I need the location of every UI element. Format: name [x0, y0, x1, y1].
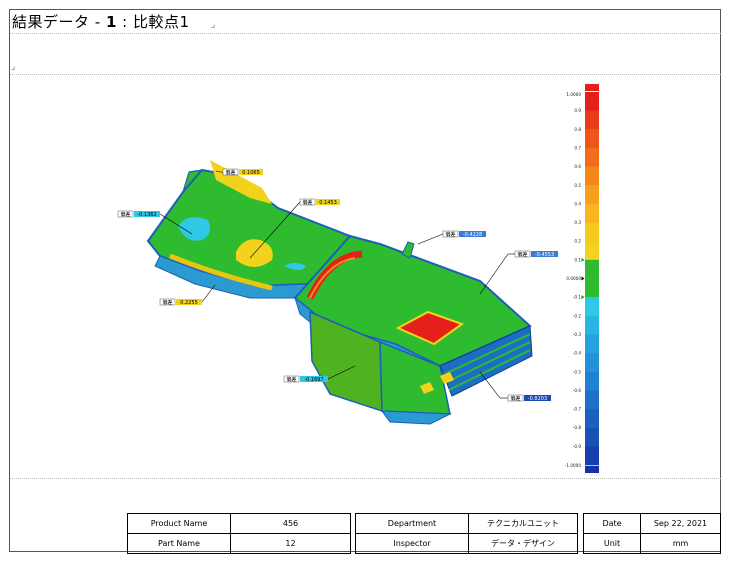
scale-segment — [585, 222, 599, 242]
scale-tick-label: 0.6 — [574, 164, 581, 169]
part-name-label: Part Name — [127, 533, 231, 554]
scale-tick-label: -0.6 — [573, 388, 582, 393]
callout-value: -0.1697 — [304, 377, 323, 383]
callout-label: 偏差 — [286, 376, 296, 383]
scale-tick-label: -0.5 — [573, 369, 582, 374]
title-name: 比較点1 — [132, 13, 190, 31]
title-number: 1 — [105, 13, 117, 31]
divider — [10, 74, 721, 75]
date-info-table: Date Sep 22, 2021 Unit mm — [583, 513, 721, 554]
product-name-label: Product Name — [127, 513, 231, 534]
callout[interactable]: 偏差 -0.4553 — [479, 250, 558, 295]
scale-tick-label: 0.7 — [574, 145, 581, 150]
scale-tick-label: 0.0000 — [566, 276, 581, 281]
department-value: テクニカルユニット — [468, 513, 578, 534]
inspector-value: データ・デザイン — [468, 533, 578, 554]
scale-max-label: 1.0000 — [566, 92, 581, 97]
scale-tick-label: -0.8 — [573, 425, 582, 430]
scale-tick-label: 0.8 — [574, 127, 581, 132]
scale-segment — [585, 203, 599, 223]
scale-segment — [585, 446, 599, 466]
callout-label: 偏差 — [510, 395, 520, 402]
callout-label: 偏差 — [162, 299, 172, 306]
scale-segment — [585, 297, 599, 317]
page-title: 結果データ - 1 : 比較点1 — [12, 11, 190, 32]
paragraph-mark: ⌟ — [211, 20, 216, 30]
scale-tick-label: -0.4 — [573, 351, 582, 356]
scale-tick-label: 0.1 — [574, 257, 581, 262]
paragraph-mark: ⌟ — [11, 62, 16, 72]
part-name-value: 12 — [230, 533, 351, 554]
scale-tick-label: -0.3 — [573, 332, 582, 337]
callout[interactable]: 偏差 0.1065 — [215, 168, 263, 176]
scale-tick-label: -0.7 — [573, 407, 582, 412]
scale-segment — [585, 427, 599, 447]
scale-segment — [585, 315, 599, 335]
callout-label: 偏差 — [120, 211, 130, 218]
scale-tick-label: -0.1 — [573, 295, 582, 300]
callout-value: -0.4228 — [463, 232, 482, 238]
scale-top-cap — [585, 84, 599, 91]
scale-segment — [585, 147, 599, 167]
unit-value: mm — [640, 533, 721, 554]
scale-segment — [585, 259, 599, 279]
scale-segment — [585, 92, 599, 111]
date-label: Date — [583, 513, 641, 534]
scale-tick-label: 0.5 — [574, 183, 581, 188]
scale-tick-label: -0.2 — [573, 313, 582, 318]
callout-value: 0.1453 — [319, 200, 337, 206]
callout-value: -0.1362 — [137, 212, 156, 218]
unit-label: Unit — [583, 533, 641, 554]
title-separator: : — [116, 13, 133, 31]
scale-segment — [585, 371, 599, 391]
scale-segment — [585, 129, 599, 149]
scale-segment — [585, 110, 599, 130]
scale-tick-label: 0.2 — [574, 239, 581, 244]
callout-label: 偏差 — [445, 231, 455, 238]
date-value: Sep 22, 2021 — [640, 513, 721, 534]
scale-segment — [585, 353, 599, 373]
callout[interactable]: 偏差 -0.4228 — [417, 230, 486, 245]
scale-marker-icon — [581, 257, 585, 262]
callout-value: -0.8203 — [528, 396, 547, 402]
scale-segment — [585, 241, 599, 261]
scale-bottom-cap — [585, 466, 599, 473]
color-map-figure: 偏差 0.1065 偏差 0.1453 偏差 -0.1362 偏差 -0.422… — [117, 84, 599, 473]
color-scale: 1.0000 -1.0000 0.9 0.8 0.7 0.6 0.5 0.4 0.3 0.2 0… — [565, 84, 599, 473]
callout-label: 偏差 — [225, 169, 235, 176]
callout-label: 偏差 — [302, 199, 312, 206]
scale-marker-icon — [581, 276, 585, 281]
scale-min-label: -1.0000 — [565, 463, 581, 468]
scale-tick-label: 0.4 — [574, 201, 581, 206]
scale-marker-icon — [581, 295, 585, 300]
title-prefix: 結果データ - — [12, 13, 106, 31]
inspector-label: Inspector — [355, 533, 469, 554]
inspection-info-table: Department テクニカルユニット Inspector データ・デザイン — [355, 513, 578, 554]
scale-tick-label: -0.9 — [573, 444, 582, 449]
divider — [10, 33, 721, 34]
department-label: Department — [355, 513, 469, 534]
callout-label: 偏差 — [517, 251, 527, 258]
scale-tick-label: 0.3 — [574, 220, 581, 225]
scale-segment — [585, 409, 599, 428]
scale-tick-label: 0.9 — [574, 108, 581, 113]
callout-value: 0.1065 — [242, 170, 260, 176]
scale-segment — [585, 278, 599, 298]
scale-segment — [585, 334, 599, 354]
scale-segment — [585, 390, 599, 410]
scale-segment — [585, 185, 599, 205]
callout[interactable]: 偏差 0.2255 — [159, 284, 216, 306]
divider — [10, 478, 721, 479]
product-name-value: 456 — [230, 513, 351, 534]
deviation-viewer[interactable]: 偏差 0.1065 偏差 0.1453 偏差 -0.1362 偏差 -0.422… — [10, 76, 720, 476]
product-info-table: Product Name 456 Part Name 12 — [127, 513, 351, 554]
callout-value: -0.4553 — [535, 252, 554, 258]
scale-segment — [585, 166, 599, 186]
callout-value: 0.2255 — [180, 300, 198, 306]
